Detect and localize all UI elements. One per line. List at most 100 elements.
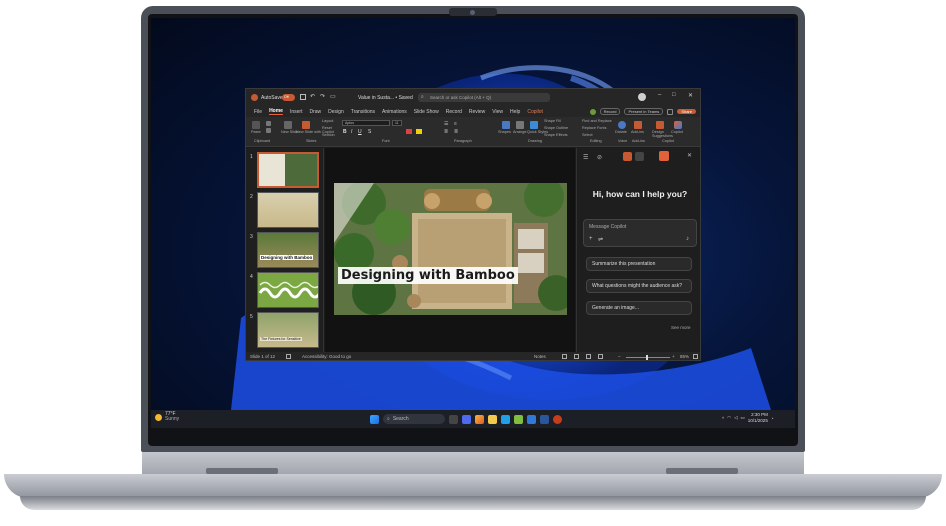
new-slide-copilot-icon[interactable] bbox=[302, 121, 310, 129]
slide-thumbnail-4[interactable] bbox=[257, 272, 319, 308]
edge-icon[interactable] bbox=[501, 414, 510, 424]
save-icon[interactable] bbox=[300, 94, 306, 100]
zoom-level[interactable]: 85% bbox=[680, 354, 689, 359]
microphone-icon[interactable]: ♪ bbox=[686, 236, 689, 242]
slide-title[interactable]: Designing with Bamboo bbox=[338, 267, 518, 284]
see-more-link[interactable]: See more bbox=[671, 325, 691, 330]
quick-styles-icon[interactable] bbox=[530, 121, 538, 129]
paste-icon[interactable] bbox=[252, 121, 260, 129]
font-color-icon[interactable] bbox=[406, 129, 412, 134]
bold-icon[interactable]: B bbox=[343, 129, 347, 135]
highlight-icon[interactable] bbox=[416, 129, 422, 134]
start-icon[interactable] bbox=[370, 414, 379, 424]
replace-fonts-button[interactable]: Replace Fonts bbox=[582, 126, 606, 130]
suggestion-summarize[interactable]: Summarize this presentation bbox=[586, 257, 692, 271]
addins-icon[interactable] bbox=[634, 121, 642, 129]
zoom-in-icon[interactable]: + bbox=[672, 354, 675, 359]
notifications-icon[interactable]: ◔ bbox=[771, 416, 774, 421]
shapes-icon[interactable] bbox=[502, 121, 510, 129]
slideshow-icon[interactable] bbox=[598, 354, 603, 359]
wifi-icon[interactable]: ◠ bbox=[727, 415, 731, 421]
tab-record[interactable]: Record bbox=[446, 109, 462, 115]
dictate-icon[interactable] bbox=[618, 121, 626, 129]
chevron-up-icon[interactable]: ^ bbox=[722, 416, 724, 421]
start-presentation-icon[interactable]: ▭ bbox=[330, 93, 336, 100]
notes-button[interactable]: Notes bbox=[534, 354, 546, 359]
add-icon[interactable]: + bbox=[589, 236, 593, 242]
copilot-app-icon[interactable] bbox=[623, 152, 632, 161]
tab-draw[interactable]: Draw bbox=[309, 109, 321, 115]
record-button[interactable]: Record bbox=[599, 108, 621, 115]
section-button[interactable]: Section bbox=[322, 133, 335, 137]
accessibility-status[interactable]: Accessibility: Good to go bbox=[302, 354, 351, 359]
tab-file[interactable]: File bbox=[254, 109, 262, 115]
align-left-icon[interactable]: ≣ bbox=[444, 129, 448, 135]
tab-review[interactable]: Review bbox=[469, 109, 485, 115]
outlook-icon[interactable] bbox=[527, 414, 536, 424]
cut-icon[interactable] bbox=[266, 121, 271, 126]
zoom-out-icon[interactable]: – bbox=[618, 354, 621, 359]
shape-fill-button[interactable]: Shape Fill bbox=[544, 119, 561, 123]
maximize-icon[interactable]: □ bbox=[672, 92, 676, 98]
spellcheck-icon[interactable] bbox=[286, 354, 291, 359]
comments-icon[interactable] bbox=[667, 108, 674, 115]
numbering-icon[interactable]: ≡ bbox=[454, 121, 457, 127]
tab-view[interactable]: View bbox=[492, 109, 503, 115]
tab-help[interactable]: Help bbox=[510, 109, 520, 115]
slide-thumbnail-2[interactable] bbox=[257, 192, 319, 228]
task-view-icon[interactable] bbox=[449, 414, 458, 424]
tab-slide-show[interactable]: Slide Show bbox=[414, 109, 439, 115]
zoom-slider-thumb[interactable] bbox=[646, 355, 648, 360]
align-center-icon[interactable]: ≣ bbox=[454, 129, 458, 135]
slide-thumbnail-1[interactable] bbox=[257, 152, 319, 188]
weather-widget[interactable]: 77°F Sunny bbox=[155, 412, 179, 422]
select-button[interactable]: Select bbox=[582, 133, 593, 137]
copilot-message-input[interactable]: Message Copilot + ⇌ ♪ bbox=[583, 219, 697, 247]
copy-icon[interactable] bbox=[266, 128, 271, 133]
tab-home[interactable]: Home bbox=[269, 108, 283, 115]
slide-thumbnail-3[interactable]: Designing with Bamboo bbox=[257, 232, 319, 268]
document-title[interactable]: Value in Susta... • Saved bbox=[358, 95, 413, 101]
present-in-teams-button[interactable]: Present in Teams bbox=[624, 108, 664, 115]
new-chat-icon[interactable]: ⊘ bbox=[597, 154, 602, 161]
avatar[interactable] bbox=[638, 93, 646, 101]
redo-icon[interactable]: ↷ bbox=[320, 93, 325, 100]
taskbar-search[interactable]: ⌕ Search bbox=[383, 414, 445, 424]
search-input[interactable]: ⌕ Search or ask Copilot (Alt + Q) bbox=[418, 93, 550, 102]
undo-icon[interactable]: ↶ bbox=[310, 93, 315, 100]
zoom-slider[interactable] bbox=[626, 357, 670, 358]
copilot-taskbar-icon[interactable] bbox=[475, 414, 484, 424]
tab-transitions[interactable]: Transitions bbox=[351, 109, 375, 115]
close-icon[interactable]: ✕ bbox=[688, 92, 693, 99]
prompt-settings-icon[interactable]: ⇌ bbox=[598, 236, 603, 243]
copilot-ribbon-icon[interactable] bbox=[674, 121, 682, 129]
suggestion-questions[interactable]: What questions might the audience ask? bbox=[586, 279, 692, 293]
volume-icon[interactable]: ◁ bbox=[734, 415, 737, 421]
autosave-toggle[interactable]: Off bbox=[282, 94, 295, 101]
powerpoint-taskbar-icon[interactable] bbox=[553, 414, 562, 424]
suggestion-generate-image[interactable]: Generate an image... bbox=[586, 301, 692, 315]
clock[interactable]: 2:30 PM 10/1/2025 bbox=[748, 412, 768, 424]
reading-view-icon[interactable] bbox=[586, 354, 591, 359]
slide-sorter-icon[interactable] bbox=[574, 354, 579, 359]
collaborator-avatar[interactable] bbox=[589, 108, 596, 115]
minimize-icon[interactable]: – bbox=[658, 92, 661, 98]
tab-design[interactable]: Design bbox=[328, 109, 344, 115]
bullets-icon[interactable]: ☰ bbox=[444, 121, 448, 127]
store-icon[interactable] bbox=[514, 414, 523, 424]
underline-icon[interactable]: U bbox=[358, 129, 362, 135]
tab-insert[interactable]: Insert bbox=[290, 109, 303, 115]
word-icon[interactable] bbox=[540, 414, 549, 424]
teams-icon[interactable] bbox=[462, 414, 471, 424]
battery-icon[interactable]: ▭ bbox=[741, 415, 745, 421]
strikethrough-icon[interactable]: S bbox=[368, 129, 371, 135]
find-replace-button[interactable]: Find and Replace bbox=[582, 119, 612, 123]
arrange-icon[interactable] bbox=[516, 121, 524, 129]
current-slide[interactable]: Designing with Bamboo bbox=[334, 183, 567, 315]
file-explorer-icon[interactable] bbox=[488, 414, 497, 424]
settings-icon[interactable] bbox=[635, 152, 644, 161]
font-name-select[interactable]: Aptos bbox=[342, 120, 390, 126]
fit-to-window-icon[interactable] bbox=[693, 354, 698, 359]
tab-copilot[interactable]: Copilot bbox=[527, 109, 543, 115]
tab-animations[interactable]: Animations bbox=[382, 109, 407, 115]
